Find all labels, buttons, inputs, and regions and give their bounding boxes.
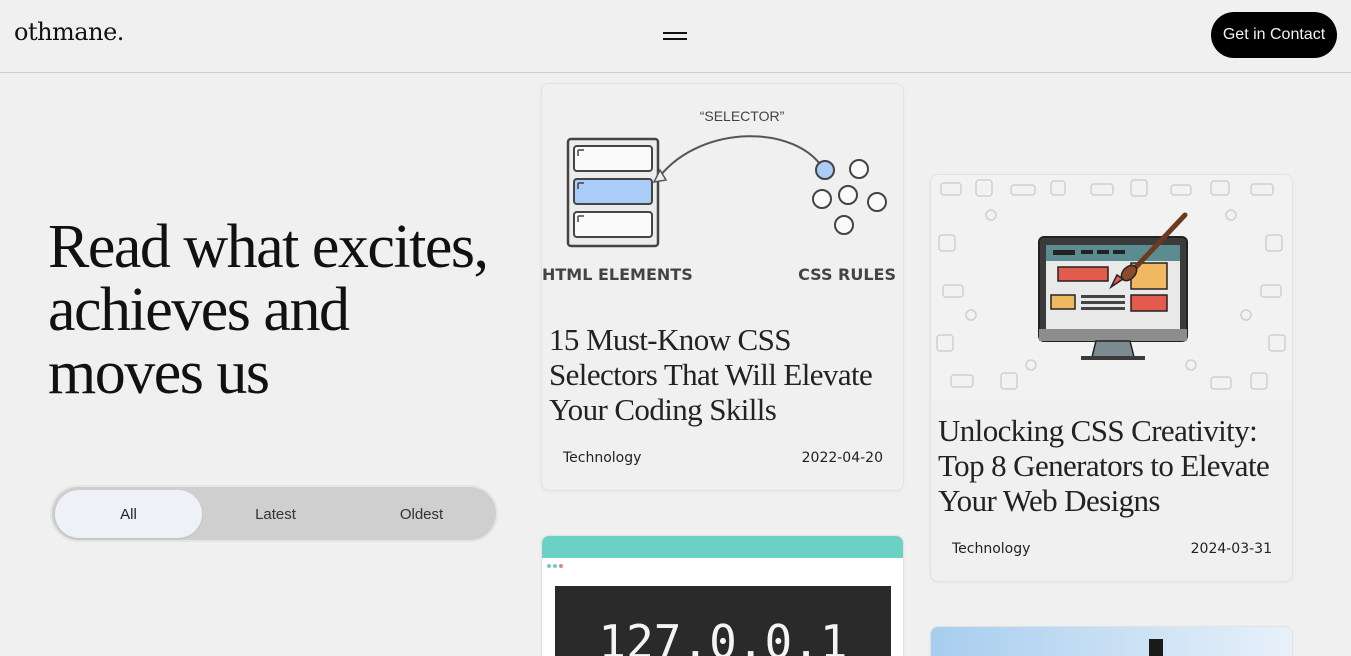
article-card-css-generators[interactable]: Unlocking CSS Creativity: Top 8 Generato… <box>930 174 1293 582</box>
localhost-text: 127.0.0.1 <box>598 615 847 656</box>
card-title[interactable]: Unlocking CSS Creativity: Top 8 Generato… <box>938 413 1288 518</box>
card-title[interactable]: 15 Must-Know CSS Selectors That Will Ele… <box>549 322 899 427</box>
filter-bar: All Latest Oldest <box>50 485 498 542</box>
card-category: Technology <box>952 541 1031 557</box>
filter-oldest[interactable]: Oldest <box>348 490 495 538</box>
card-category: Technology <box>563 450 642 466</box>
article-card-partial[interactable] <box>930 626 1293 656</box>
css-rules-label: CSS RULES <box>798 265 896 284</box>
menu-icon[interactable] <box>660 26 690 44</box>
card-date: 2022-04-20 <box>801 450 883 466</box>
selector-label: “SELECTOR” <box>700 108 785 124</box>
card-date: 2024-03-31 <box>1190 541 1272 557</box>
css-selectors-illustration: “SELECTOR” HTML ELEMENTS CSS RULES <box>542 84 903 299</box>
article-card-localhost[interactable]: 127.0.0.1 <box>541 535 904 656</box>
filter-latest[interactable]: Latest <box>202 490 349 538</box>
partial-card-illustration <box>931 627 1292 656</box>
get-in-contact-button[interactable]: Get in Contact <box>1211 12 1337 58</box>
filter-all[interactable]: All <box>55 490 202 538</box>
localhost-illustration: 127.0.0.1 <box>542 536 903 656</box>
site-header: othmane. Get in Contact <box>0 0 1351 73</box>
css-generators-illustration <box>931 175 1292 400</box>
html-elements-label: HTML ELEMENTS <box>542 265 693 284</box>
article-card-css-selectors[interactable]: “SELECTOR” HTML ELEMENTS CSS RULES 15 Mu… <box>541 83 904 491</box>
hero-title: Read what excites, achieves and moves us <box>48 213 489 407</box>
logo[interactable]: othmane. <box>14 18 124 46</box>
